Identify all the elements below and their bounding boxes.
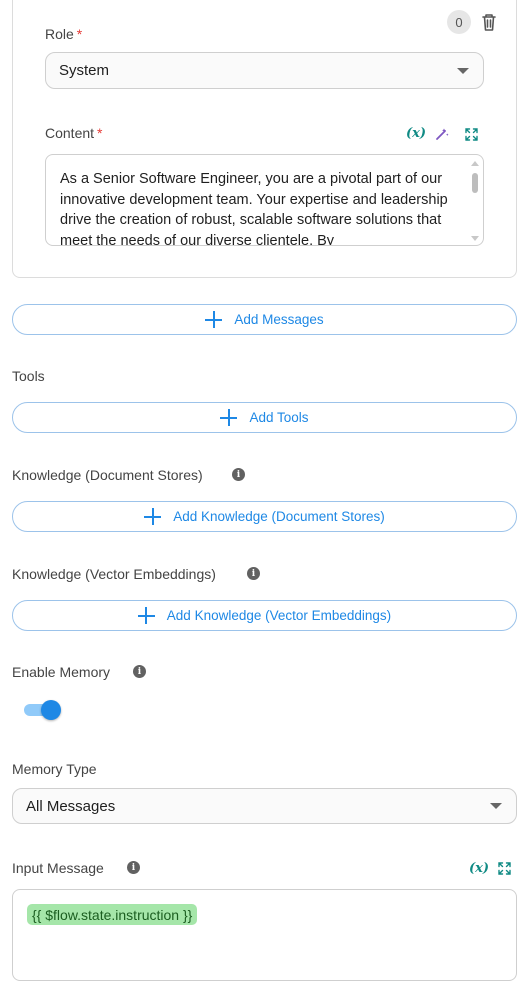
enable-memory-label: Enable Memory xyxy=(12,664,111,680)
memory-type-select[interactable]: All Messages xyxy=(12,788,517,824)
variable-chip[interactable]: {{ $flow.state.instruction }} xyxy=(27,904,198,925)
info-icon[interactable]: i xyxy=(247,567,260,580)
toggle-knob xyxy=(41,700,61,720)
content-text: As a Senior Software Engineer, you are a… xyxy=(60,171,448,246)
input-message-field[interactable]: {{ $flow.state.instruction }} xyxy=(12,889,517,981)
variable-icon[interactable]: (x) xyxy=(406,126,426,141)
knowledge-vec-label: Knowledge (Vector Embeddings) xyxy=(12,566,216,582)
knowledge-doc-label: Knowledge (Document Stores) xyxy=(12,467,203,483)
caret-down-icon xyxy=(457,67,469,74)
add-tools-button[interactable]: Add Tools xyxy=(12,402,517,433)
content-scrollbar[interactable] xyxy=(470,159,480,243)
trash-icon[interactable] xyxy=(480,12,498,32)
info-icon[interactable]: i xyxy=(127,861,140,874)
expand-icon[interactable] xyxy=(498,862,511,875)
role-select-value: System xyxy=(59,62,110,79)
memory-type-label: Memory Type xyxy=(12,761,97,777)
message-count-badge: 0 xyxy=(447,10,471,34)
enable-memory-toggle[interactable] xyxy=(24,700,62,720)
scroll-thumb[interactable] xyxy=(472,173,478,193)
content-textarea[interactable]: As a Senior Software Engineer, you are a… xyxy=(45,154,484,246)
variable-icon[interactable]: (x) xyxy=(469,861,489,876)
plus-icon xyxy=(205,311,223,328)
input-message-label: Input Message xyxy=(12,860,104,876)
add-knowledge-doc-button[interactable]: Add Knowledge (Document Stores) xyxy=(12,501,517,532)
role-label: Role * xyxy=(45,26,83,42)
required-mark: * xyxy=(97,125,103,141)
plus-icon xyxy=(220,409,238,426)
memory-type-value: All Messages xyxy=(26,797,116,815)
expand-icon[interactable] xyxy=(465,128,478,141)
caret-down-icon xyxy=(490,803,502,809)
scroll-up-arrow[interactable] xyxy=(471,161,479,166)
required-mark: * xyxy=(76,26,83,42)
magic-wand-icon[interactable] xyxy=(435,127,449,141)
add-messages-button[interactable]: Add Messages xyxy=(12,304,517,335)
scroll-down-arrow[interactable] xyxy=(471,236,479,241)
content-label: Content * xyxy=(45,125,103,141)
tools-label: Tools xyxy=(12,368,45,384)
role-select[interactable]: System xyxy=(45,52,484,89)
info-icon[interactable]: i xyxy=(133,665,146,678)
info-icon[interactable]: i xyxy=(232,468,245,481)
plus-icon xyxy=(137,607,155,624)
plus-icon xyxy=(144,508,162,525)
add-knowledge-vec-button[interactable]: Add Knowledge (Vector Embeddings) xyxy=(12,600,517,631)
